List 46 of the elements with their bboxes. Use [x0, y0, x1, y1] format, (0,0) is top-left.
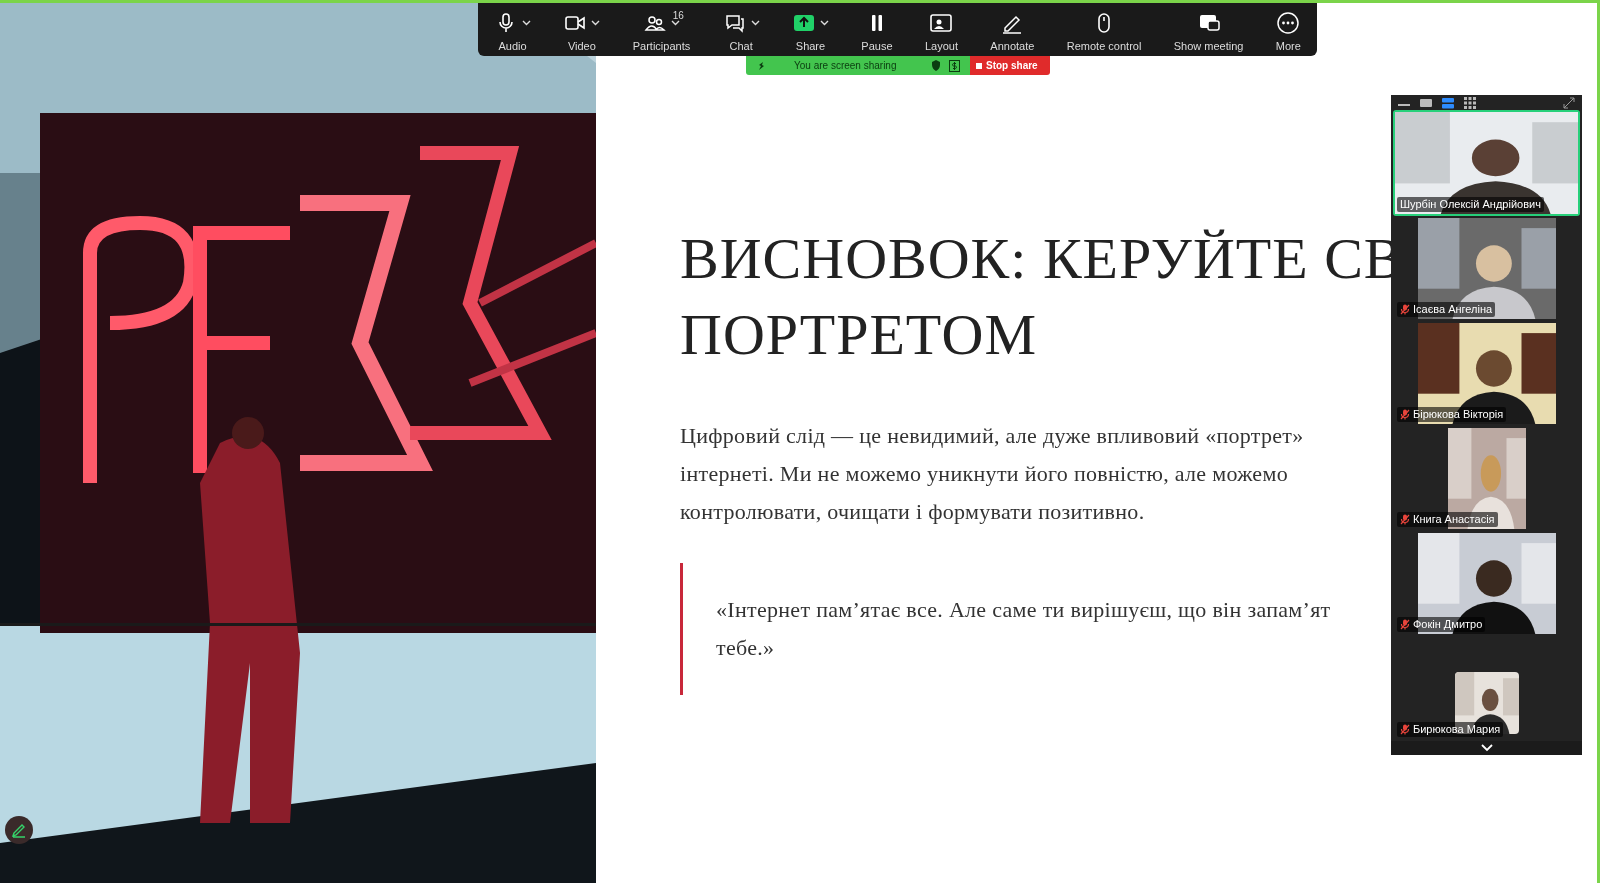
pencil-icon — [11, 822, 27, 838]
caret-icon[interactable] — [820, 20, 829, 26]
caret-icon[interactable] — [591, 20, 601, 26]
slide-title-line: ПОРТРЕТОМ — [680, 301, 1037, 369]
participant-name: Книга Анастасія — [1413, 512, 1495, 528]
toolbar-button[interactable]: Show meeting — [1169, 11, 1248, 55]
caret-icon[interactable] — [671, 20, 680, 26]
participant-name: Фокін Дмитро — [1413, 617, 1483, 633]
paragraph-line: контролювати, очищати і формувати позитивно. — [680, 498, 1145, 526]
participant-name: Бирюкова Мария — [1413, 722, 1501, 738]
participant-name: Шурбін Олексій Андрійович — [1400, 197, 1541, 213]
video-tile[interactable]: Шурбін Олексій Андрійович — [1393, 110, 1580, 217]
toolbar-button[interactable]: Pause — [857, 11, 897, 55]
toolbar-button[interactable]: Annotate — [986, 11, 1039, 55]
grid-icon[interactable] — [1463, 95, 1477, 110]
stop-share-button[interactable]: Stop share — [970, 56, 1050, 75]
caret-icon[interactable] — [750, 20, 760, 26]
toolbar-button[interactable]: Share — [788, 11, 833, 55]
toolbar-button[interactable]: Audio — [490, 11, 535, 55]
video-tile[interactable]: Бірюкова Вікторія — [1393, 321, 1580, 427]
quote-line: «Інтернет пам’ятає все. Але саме ти вирішуєш, що він запам’ят — [716, 596, 1331, 624]
expand-icon[interactable] — [1562, 95, 1576, 110]
toolbar-button[interactable]: 16 Participants — [628, 11, 695, 55]
caret-icon[interactable] — [522, 20, 531, 26]
strip-view-icon[interactable] — [1441, 95, 1455, 110]
more-icon — [1276, 11, 1301, 35]
toolbar-button[interactable]: Remote control — [1062, 11, 1146, 55]
dollar-icon — [949, 59, 960, 72]
chevron-down-icon[interactable] — [1480, 744, 1493, 753]
quote-line: тебе.» — [716, 634, 775, 662]
video-tile[interactable]: Фокін Дмитро — [1393, 531, 1580, 637]
toolbar-button[interactable]: Video — [559, 11, 605, 55]
shield-icon — [931, 60, 941, 71]
paragraph-line: інтернеті. Ми не можемо уникнути його повністю, але можемо — [680, 460, 1288, 488]
video-tile[interactable]: Книга Анастасія — [1393, 426, 1580, 532]
paragraph-line: Цифровий слід — це невидимий, але дуже впливовий «портрет» — [680, 422, 1304, 450]
participant-name: Бірюкова Вікторія — [1413, 407, 1504, 423]
sharing-status-text: You are screen sharing — [794, 59, 897, 73]
video-tile[interactable]: Бирюкова Мария — [1393, 636, 1580, 742]
picture-frame-icon — [929, 11, 954, 35]
participant-count: 16 — [672, 9, 684, 23]
toolbar-button[interactable]: Chat — [718, 11, 764, 55]
video-tile[interactable]: Ісаєва Ангеліна — [1393, 216, 1580, 322]
participant-name: Ісаєва Ангеліна — [1413, 302, 1493, 318]
toolbar-button[interactable]: More — [1271, 11, 1305, 55]
toolbar-button[interactable]: Layout — [920, 11, 962, 55]
